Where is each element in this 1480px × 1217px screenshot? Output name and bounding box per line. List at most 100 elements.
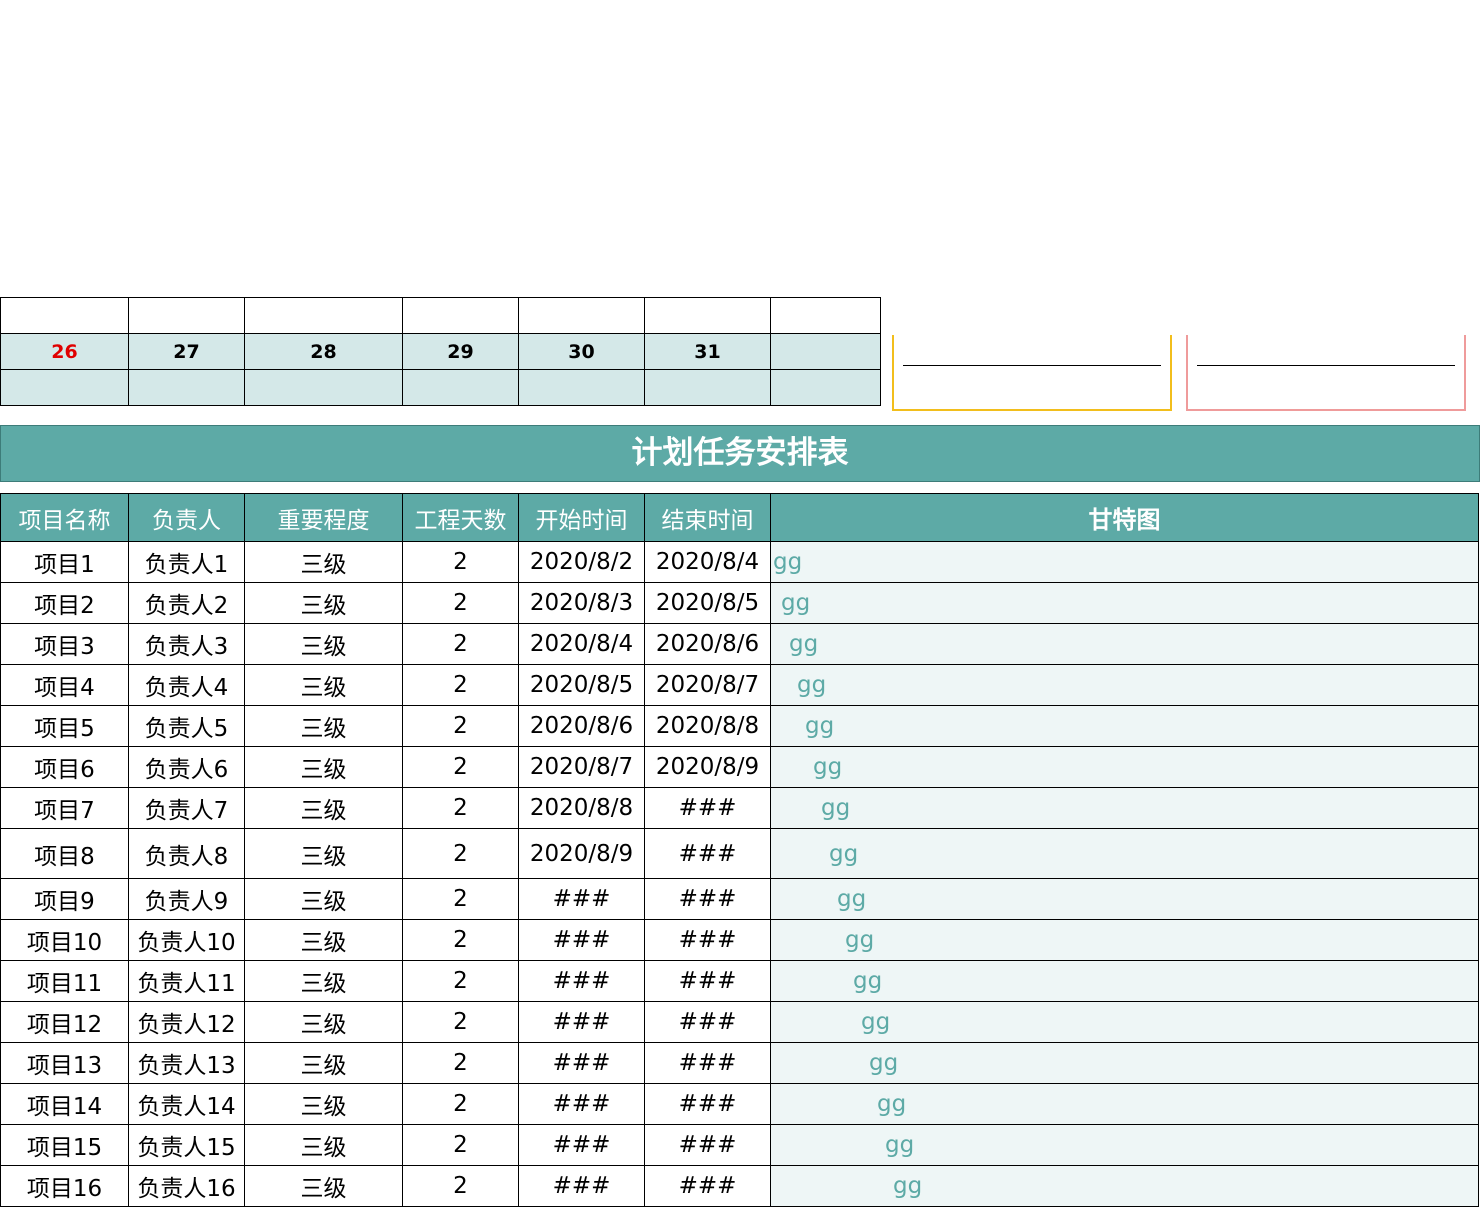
cell-owner[interactable]: 负责人8 xyxy=(128,828,245,879)
cell-owner[interactable]: 负责人14 xyxy=(128,1083,245,1125)
cell-gantt[interactable]: gg xyxy=(770,960,1479,1002)
cell-end-time[interactable]: ### xyxy=(644,1042,771,1084)
cell-work-days[interactable]: 2 xyxy=(402,787,519,829)
cell-gantt[interactable]: gg xyxy=(770,1083,1479,1125)
cell-owner[interactable]: 负责人1 xyxy=(128,541,245,583)
cell-project-name[interactable]: 项目13 xyxy=(0,1042,129,1084)
header-importance[interactable]: 重要程度 xyxy=(244,493,403,542)
cell-importance[interactable]: 三级 xyxy=(244,746,403,788)
note-box-yellow[interactable] xyxy=(892,335,1172,411)
cell-start-time[interactable]: ### xyxy=(518,1165,645,1207)
cell-owner[interactable]: 负责人11 xyxy=(128,960,245,1002)
cell-importance[interactable]: 三级 xyxy=(244,919,403,961)
cell-project-name[interactable]: 项目5 xyxy=(0,705,129,747)
calendar-cell[interactable] xyxy=(770,369,881,406)
calendar-cell[interactable] xyxy=(644,369,771,406)
cell-gantt[interactable]: gg xyxy=(770,878,1479,920)
cell-start-time[interactable]: ### xyxy=(518,919,645,961)
calendar-day[interactable]: 28 xyxy=(244,333,403,370)
cell-start-time[interactable]: ### xyxy=(518,878,645,920)
cell-owner[interactable]: 负责人4 xyxy=(128,664,245,706)
calendar-cell[interactable] xyxy=(244,297,403,334)
cell-end-time[interactable]: ### xyxy=(644,960,771,1002)
cell-gantt[interactable]: gg xyxy=(770,541,1479,583)
cell-start-time[interactable]: 2020/8/3 xyxy=(518,582,645,624)
cell-project-name[interactable]: 项目4 xyxy=(0,664,129,706)
header-work-days[interactable]: 工程天数 xyxy=(402,493,519,542)
cell-gantt[interactable]: gg xyxy=(770,664,1479,706)
calendar-cell[interactable] xyxy=(0,369,129,406)
cell-gantt[interactable]: gg xyxy=(770,1165,1479,1207)
cell-end-time[interactable]: ### xyxy=(644,787,771,829)
cell-owner[interactable]: 负责人12 xyxy=(128,1001,245,1043)
cell-end-time[interactable]: ### xyxy=(644,1124,771,1166)
calendar-day[interactable]: 27 xyxy=(128,333,245,370)
cell-project-name[interactable]: 项目8 xyxy=(0,828,129,879)
cell-work-days[interactable]: 2 xyxy=(402,1001,519,1043)
cell-end-time[interactable]: ### xyxy=(644,1165,771,1207)
cell-start-time[interactable]: ### xyxy=(518,1124,645,1166)
calendar-cell[interactable] xyxy=(770,297,881,334)
cell-importance[interactable]: 三级 xyxy=(244,705,403,747)
calendar-day-today[interactable]: 26 xyxy=(0,333,129,370)
calendar-cell[interactable] xyxy=(244,369,403,406)
cell-gantt[interactable]: gg xyxy=(770,787,1479,829)
cell-end-time[interactable]: ### xyxy=(644,1083,771,1125)
cell-importance[interactable]: 三级 xyxy=(244,878,403,920)
cell-work-days[interactable]: 2 xyxy=(402,1165,519,1207)
cell-gantt[interactable]: gg xyxy=(770,828,1479,879)
cell-importance[interactable]: 三级 xyxy=(244,787,403,829)
cell-start-time[interactable]: ### xyxy=(518,960,645,1002)
cell-importance[interactable]: 三级 xyxy=(244,582,403,624)
cell-project-name[interactable]: 项目6 xyxy=(0,746,129,788)
calendar-cell[interactable] xyxy=(518,369,645,406)
calendar-cell[interactable] xyxy=(518,297,645,334)
cell-work-days[interactable]: 2 xyxy=(402,1083,519,1125)
cell-gantt[interactable]: gg xyxy=(770,582,1479,624)
cell-owner[interactable]: 负责人15 xyxy=(128,1124,245,1166)
cell-owner[interactable]: 负责人9 xyxy=(128,878,245,920)
cell-importance[interactable]: 三级 xyxy=(244,1165,403,1207)
cell-end-time[interactable]: ### xyxy=(644,1001,771,1043)
cell-start-time[interactable]: ### xyxy=(518,1083,645,1125)
cell-work-days[interactable]: 2 xyxy=(402,746,519,788)
cell-owner[interactable]: 负责人6 xyxy=(128,746,245,788)
cell-start-time[interactable]: 2020/8/6 xyxy=(518,705,645,747)
cell-gantt[interactable]: gg xyxy=(770,1001,1479,1043)
calendar-cell[interactable] xyxy=(402,369,519,406)
header-owner[interactable]: 负责人 xyxy=(128,493,245,542)
cell-end-time[interactable]: 2020/8/8 xyxy=(644,705,771,747)
calendar-cell[interactable] xyxy=(128,369,245,406)
calendar-cell[interactable] xyxy=(402,297,519,334)
cell-importance[interactable]: 三级 xyxy=(244,623,403,665)
cell-project-name[interactable]: 项目11 xyxy=(0,960,129,1002)
cell-owner[interactable]: 负责人3 xyxy=(128,623,245,665)
cell-end-time[interactable]: ### xyxy=(644,919,771,961)
cell-end-time[interactable]: 2020/8/4 xyxy=(644,541,771,583)
cell-owner[interactable]: 负责人7 xyxy=(128,787,245,829)
header-end-time[interactable]: 结束时间 xyxy=(644,493,771,542)
cell-gantt[interactable]: gg xyxy=(770,705,1479,747)
calendar-day[interactable]: 31 xyxy=(644,333,771,370)
cell-gantt[interactable]: gg xyxy=(770,746,1479,788)
cell-owner[interactable]: 负责人16 xyxy=(128,1165,245,1207)
cell-project-name[interactable]: 项目3 xyxy=(0,623,129,665)
cell-importance[interactable]: 三级 xyxy=(244,828,403,879)
cell-start-time[interactable]: 2020/8/8 xyxy=(518,787,645,829)
cell-project-name[interactable]: 项目2 xyxy=(0,582,129,624)
calendar-day[interactable]: 29 xyxy=(402,333,519,370)
cell-project-name[interactable]: 项目10 xyxy=(0,919,129,961)
cell-work-days[interactable]: 2 xyxy=(402,541,519,583)
cell-start-time[interactable]: 2020/8/9 xyxy=(518,828,645,879)
cell-owner[interactable]: 负责人5 xyxy=(128,705,245,747)
cell-work-days[interactable]: 2 xyxy=(402,664,519,706)
cell-project-name[interactable]: 项目16 xyxy=(0,1165,129,1207)
cell-work-days[interactable]: 2 xyxy=(402,582,519,624)
cell-start-time[interactable]: 2020/8/5 xyxy=(518,664,645,706)
cell-project-name[interactable]: 项目7 xyxy=(0,787,129,829)
calendar-cell[interactable] xyxy=(644,297,771,334)
cell-importance[interactable]: 三级 xyxy=(244,1001,403,1043)
cell-owner[interactable]: 负责人13 xyxy=(128,1042,245,1084)
cell-start-time[interactable]: 2020/8/7 xyxy=(518,746,645,788)
cell-end-time[interactable]: 2020/8/7 xyxy=(644,664,771,706)
